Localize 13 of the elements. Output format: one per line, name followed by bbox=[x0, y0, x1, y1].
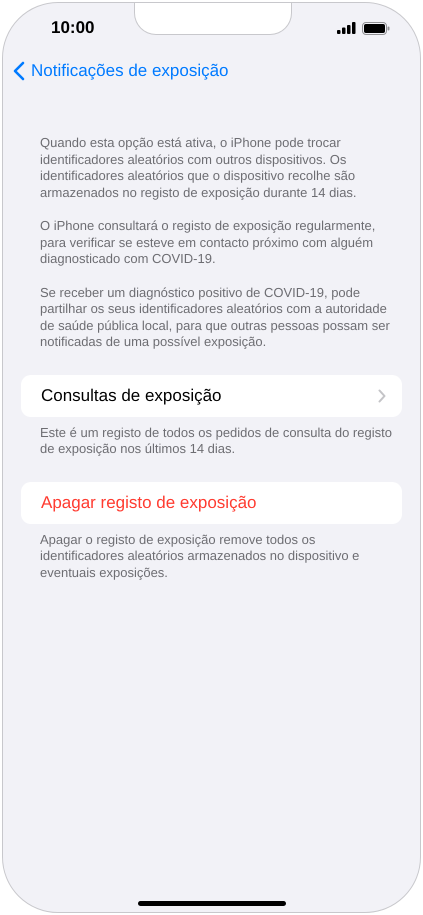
footer-note: Apagar o registo de exposição remove todos os identificadores aleatórios armazenados no dispositivo e eventuais exposições. bbox=[39, 530, 360, 581]
status-time: 10:00 bbox=[51, 17, 94, 40]
chevron-left-icon bbox=[13, 61, 25, 81]
description-paragraph: O iPhone consultará o registo de exposição regularmente, para verificar se esteve em contacto próximo com alguém diagnosticado com COVID-19. bbox=[40, 218, 376, 268]
description-paragraph: Se receber um diagnóstico positivo de COVID-19, pode partilhar os seus identificadores aleatórios com a autoridade de saúde pública local, para que outras pessoas possam ser notificadas de uma possível exposição. bbox=[40, 284, 391, 350]
list-row[interactable]: Consultas de exposição bbox=[21, 374, 402, 416]
footer-note: Este é um registo de todos os pedidos de consulta do registo de exposição nos últimos 14 dias. bbox=[39, 424, 393, 458]
signal-icon bbox=[337, 22, 356, 34]
description-paragraph: Quando esta opção está ativa, o iPhone pode trocar identificadores aleatórios com outros dispositivos. Os identificadores aleatórios que o dispositivo recolhe são armazenados no registo de exposição durante 14 dias. bbox=[40, 135, 358, 201]
chevron-right-icon bbox=[378, 388, 386, 402]
battery-icon bbox=[362, 22, 390, 34]
back-button[interactable]: Notificações de exposição bbox=[13, 58, 229, 84]
delete-button[interactable]: Apagar registo de exposição bbox=[21, 482, 402, 524]
